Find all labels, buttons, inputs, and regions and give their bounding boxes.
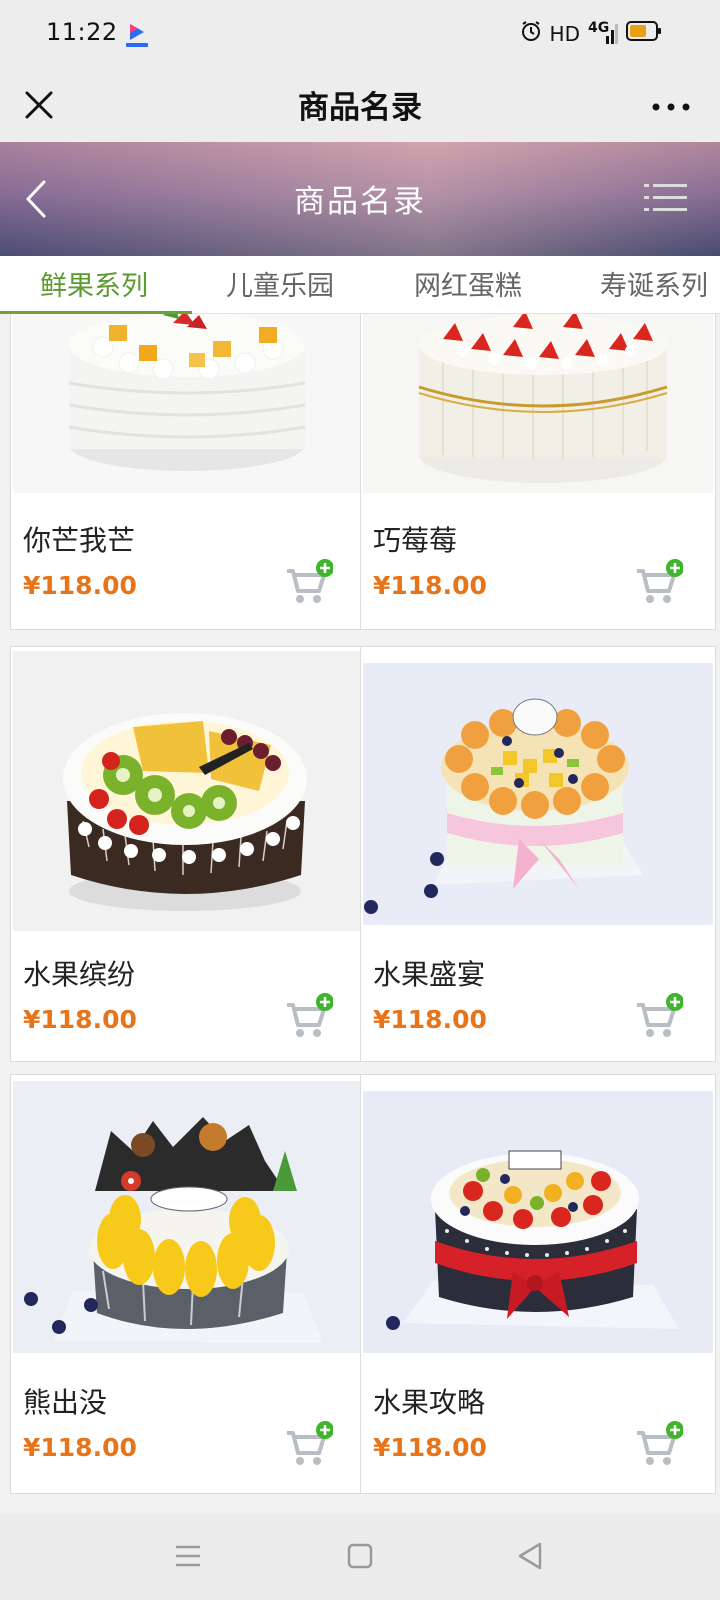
add-to-cart-button[interactable] bbox=[635, 1421, 684, 1467]
product-price: ¥118.00 bbox=[23, 571, 137, 600]
product-card[interactable]: 熊出没 ¥118.00 bbox=[10, 1074, 366, 1494]
product-price: ¥118.00 bbox=[373, 1005, 487, 1034]
tab-kids[interactable]: 儿童乐园 bbox=[226, 264, 334, 303]
product-card[interactable]: 水果攻略 ¥118.00 bbox=[360, 1074, 716, 1494]
menu-nav-button[interactable] bbox=[168, 1536, 208, 1576]
add-to-cart-button[interactable] bbox=[635, 993, 684, 1039]
category-tabs: 鲜果系列 儿童乐园 网红蛋糕 寿诞系列 bbox=[0, 256, 720, 314]
status-bar: 11:22 HD 4G bbox=[0, 0, 720, 70]
system-nav-bar bbox=[0, 1514, 720, 1600]
product-image bbox=[363, 1091, 713, 1353]
product-card[interactable]: 水果缤纷 ¥118.00 bbox=[10, 646, 366, 1062]
product-name: 熊出没 bbox=[23, 1386, 108, 1419]
cart-plus-icon bbox=[287, 1421, 334, 1465]
tab-fresh-fruit[interactable]: 鲜果系列 bbox=[40, 264, 148, 303]
page-title: 商品名录 bbox=[294, 184, 426, 220]
alarm-icon bbox=[520, 20, 542, 47]
status-icons: HD 4G bbox=[520, 20, 662, 47]
product-image bbox=[13, 1081, 363, 1353]
add-to-cart-button[interactable] bbox=[635, 559, 684, 605]
battery-icon bbox=[626, 20, 662, 47]
app-root: 11:22 HD 4G 商品名录 商品名录 鲜果系列 儿童乐园 网红蛋糕 寿诞系… bbox=[0, 0, 720, 1600]
cart-plus-icon bbox=[287, 993, 334, 1037]
page-header: 商品名录 bbox=[0, 142, 720, 256]
cart-plus-icon bbox=[637, 1421, 684, 1465]
product-grid: 你芒我芒 ¥118.00 巧莓莓 ¥118.00 水果缤纷 ¥118.00 水果… bbox=[10, 314, 720, 1514]
product-image bbox=[13, 314, 363, 493]
tab-trending[interactable]: 网红蛋糕 bbox=[414, 264, 522, 303]
add-to-cart-button[interactable] bbox=[285, 1421, 334, 1467]
add-to-cart-button[interactable] bbox=[285, 993, 334, 1039]
product-image bbox=[363, 663, 713, 925]
category-menu-button[interactable] bbox=[644, 182, 688, 214]
app-bar-title: 商品名录 bbox=[298, 90, 422, 126]
home-nav-button[interactable] bbox=[340, 1536, 380, 1576]
cart-plus-icon bbox=[637, 993, 684, 1037]
home-square-icon bbox=[347, 1543, 373, 1569]
more-options-button[interactable] bbox=[648, 84, 694, 130]
product-name: 水果缤纷 bbox=[23, 958, 136, 991]
more-dots-icon bbox=[652, 103, 690, 111]
product-name: 水果攻略 bbox=[373, 1386, 486, 1419]
app-bar: 商品名录 bbox=[0, 70, 720, 142]
product-name: 你芒我芒 bbox=[23, 524, 136, 557]
product-price: ¥118.00 bbox=[373, 571, 487, 600]
cart-plus-icon bbox=[637, 559, 684, 603]
back-triangle-icon bbox=[518, 1542, 542, 1570]
add-to-cart-button[interactable] bbox=[285, 559, 334, 605]
signal-4g-icon: 4G bbox=[588, 20, 618, 46]
status-time: 11:22 bbox=[46, 18, 118, 46]
cart-plus-icon bbox=[287, 559, 334, 603]
youku-notification-icon bbox=[126, 22, 148, 48]
product-image bbox=[13, 651, 363, 931]
product-name: 水果盛宴 bbox=[373, 958, 486, 991]
product-card[interactable]: 巧莓莓 ¥118.00 bbox=[360, 314, 716, 630]
product-card[interactable]: 你芒我芒 ¥118.00 bbox=[10, 314, 366, 630]
product-price: ¥118.00 bbox=[23, 1433, 137, 1462]
product-price: ¥118.00 bbox=[23, 1005, 137, 1034]
list-menu-icon bbox=[644, 184, 687, 211]
product-price: ¥118.00 bbox=[373, 1433, 487, 1462]
tab-birthday[interactable]: 寿诞系列 bbox=[600, 264, 708, 303]
product-card[interactable]: 水果盛宴 ¥118.00 bbox=[360, 646, 716, 1062]
hamburger-icon bbox=[176, 1545, 200, 1567]
product-image bbox=[363, 314, 713, 493]
hd-label: HD bbox=[549, 21, 580, 46]
back-nav-button[interactable] bbox=[510, 1536, 550, 1576]
product-name: 巧莓莓 bbox=[373, 524, 458, 557]
